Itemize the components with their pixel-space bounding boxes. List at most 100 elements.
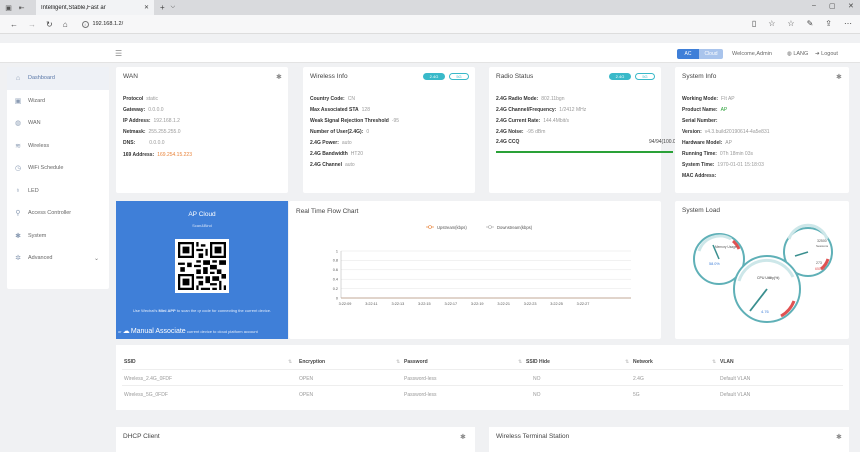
- col-password[interactable]: Password: [404, 359, 428, 365]
- globe-icon: ◍: [14, 120, 22, 128]
- x-tick-label: 3:22:13: [392, 302, 405, 306]
- ac-button[interactable]: AC: [677, 49, 699, 59]
- lang-button[interactable]: ◍ LANG: [787, 51, 808, 57]
- window-menu-icon[interactable]: ▣: [4, 3, 13, 12]
- band-24g-toggle[interactable]: 2.4G: [423, 73, 445, 80]
- sessions-max: 32500: [817, 239, 827, 243]
- wan-gateway: Gateway: 0.0.0.0: [123, 107, 164, 113]
- system-load-gauges: Memory Usage 58.0% 32500 Sessions 273 65…: [693, 223, 833, 323]
- x-tick-label: 3:22:11: [365, 302, 377, 306]
- logout-label: Logout: [821, 51, 838, 57]
- sidebar-item-wizard[interactable]: ▣ Wizard: [7, 90, 109, 113]
- field-value: 0: [366, 129, 370, 135]
- col-encryption[interactable]: Encryption: [299, 359, 325, 365]
- gear-icon[interactable]: ✱: [276, 73, 282, 81]
- field-value: 0.0.0.0: [148, 107, 164, 113]
- legend-label: Upstream(kbps): [437, 225, 467, 230]
- field-label: Product Name:: [682, 107, 718, 113]
- bandwidth: 2.4G Bandwidth HT20: [310, 151, 363, 157]
- favorite-star-icon[interactable]: ☆: [768, 19, 775, 28]
- home-icon[interactable]: ⌂: [63, 20, 68, 29]
- url-field[interactable]: i 192.168.1.2/: [81, 20, 123, 28]
- field-label: Protocol: [123, 96, 144, 102]
- sort-icon[interactable]: ⇅: [625, 359, 629, 365]
- field-label: IP Address:: [123, 118, 151, 124]
- field-label: System Time:: [682, 162, 715, 168]
- home-icon: ⌂: [15, 74, 21, 82]
- favorites-icon[interactable]: ☆: [787, 19, 794, 28]
- sidebar-item-advanced[interactable]: ✲ Advanced ⌄: [7, 247, 109, 270]
- band-5g-toggle[interactable]: 5G: [635, 73, 655, 80]
- user-count: Number of User(2.4G): 0: [310, 129, 369, 135]
- chevron-down-icon[interactable]: ⌵: [171, 4, 176, 11]
- sessions-top: 65000: [815, 267, 825, 271]
- back-icon[interactable]: ←: [10, 20, 18, 29]
- top-navigation: ☰ AC Cloud Welcome,Admin ◍ LANG ➜ Logout: [0, 43, 860, 63]
- tab-actions-icon[interactable]: ⇤: [17, 3, 26, 12]
- sidebar-item-wifi-schedule[interactable]: ◷ WiFi Schedule: [7, 157, 109, 180]
- max-sta: Max Associated STA 128: [310, 107, 370, 113]
- more-icon[interactable]: ⋯: [844, 19, 852, 28]
- field-value: -95 dBm: [526, 129, 546, 135]
- sort-icon[interactable]: ⇅: [518, 359, 522, 365]
- col-network[interactable]: Network: [633, 359, 653, 365]
- table-cell: Default VLAN: [720, 376, 751, 382]
- info-icon[interactable]: i: [81, 20, 89, 28]
- cpu-gauge: CPU Utility(%) 4.76: [733, 255, 801, 323]
- sidebar-item-system[interactable]: ✱ System: [7, 225, 109, 248]
- minimize-icon[interactable]: –: [812, 2, 816, 9]
- mac-address: MAC Address:: [682, 173, 719, 179]
- sidebar-item-label: Dashboard: [28, 75, 55, 82]
- field-label: Working Mode:: [682, 96, 719, 102]
- hamburger-menu-icon[interactable]: ☰: [115, 49, 122, 58]
- sidebar-item-label: Wireless: [28, 142, 50, 149]
- sidebar-item-access-controller[interactable]: ⚲ Access Controller: [7, 202, 109, 225]
- col-ssid[interactable]: SSID: [124, 359, 136, 365]
- share-icon[interactable]: ⇪: [825, 19, 832, 28]
- band-24g-toggle[interactable]: 2.4G: [609, 73, 631, 80]
- ap-cloud-subtitle: Scan&Bind: [192, 223, 212, 228]
- qr-code-image: [178, 242, 226, 290]
- field-value: 128: [361, 107, 370, 113]
- sidebar-item-wan[interactable]: ◍ WAN: [7, 112, 109, 135]
- field-label: 169 Address:: [123, 152, 155, 158]
- sort-icon[interactable]: ⇅: [396, 359, 400, 365]
- system-info-card: System Info ✱ Working Mode: FIt AP Produc…: [675, 67, 849, 193]
- logout-button[interactable]: ➜ Logout: [815, 51, 838, 57]
- cloud-button[interactable]: Cloud: [699, 49, 723, 59]
- flow-chart: Upstream(kbps) Downstream(kbps) 0 0.2 0.4 0.6…: [333, 225, 631, 306]
- col-vlan[interactable]: VLAN: [720, 359, 734, 365]
- sort-icon[interactable]: ⇅: [712, 359, 716, 365]
- sidebar-item-dashboard[interactable]: ⌂ Dashboard: [7, 67, 109, 90]
- sessions-mid: 273: [816, 261, 822, 265]
- legend-marker: [428, 225, 432, 229]
- field-label: Hardware Model:: [682, 140, 723, 146]
- field-value: static: [146, 96, 158, 102]
- new-tab-icon[interactable]: +: [160, 3, 165, 12]
- field-value: 0.0.0.0: [149, 140, 165, 146]
- browser-tab[interactable]: Intelligent,Stable,Fast ar ✕: [36, 0, 154, 15]
- sidebar-item-led[interactable]: ♁ LED: [7, 180, 109, 203]
- table-cell: 5G: [633, 392, 640, 398]
- gear-icon[interactable]: ✱: [836, 73, 842, 81]
- reading-view-icon[interactable]: ▯: [752, 19, 756, 28]
- legend-label: Downstream(kbps): [497, 225, 533, 230]
- legend-marker: [488, 225, 492, 229]
- x-tick-label: 3:22:17: [444, 302, 457, 306]
- col-ssid-hide[interactable]: SSID Hide: [526, 359, 550, 365]
- window-close-icon[interactable]: ✕: [848, 2, 854, 10]
- close-icon[interactable]: ✕: [144, 4, 149, 11]
- gear-icon[interactable]: ✱: [836, 433, 842, 441]
- system-time: System Time: 1970-01-01 15:18:03: [682, 162, 764, 168]
- sort-icon[interactable]: ⇅: [288, 359, 292, 365]
- band-5g-toggle[interactable]: 5G: [449, 73, 469, 80]
- manual-associate-link[interactable]: Manual Associate: [131, 328, 186, 335]
- forward-icon[interactable]: →: [28, 20, 36, 29]
- refresh-icon[interactable]: ↻: [46, 20, 53, 29]
- sidebar-item-wireless[interactable]: ≋ Wireless: [7, 135, 109, 158]
- pen-icon[interactable]: ✎: [807, 19, 814, 28]
- gears-icon: ✲: [15, 255, 21, 263]
- gear-icon[interactable]: ✱: [460, 433, 466, 441]
- maximize-icon[interactable]: ▢: [829, 2, 836, 10]
- field-label: 2.4G CCQ: [496, 139, 520, 145]
